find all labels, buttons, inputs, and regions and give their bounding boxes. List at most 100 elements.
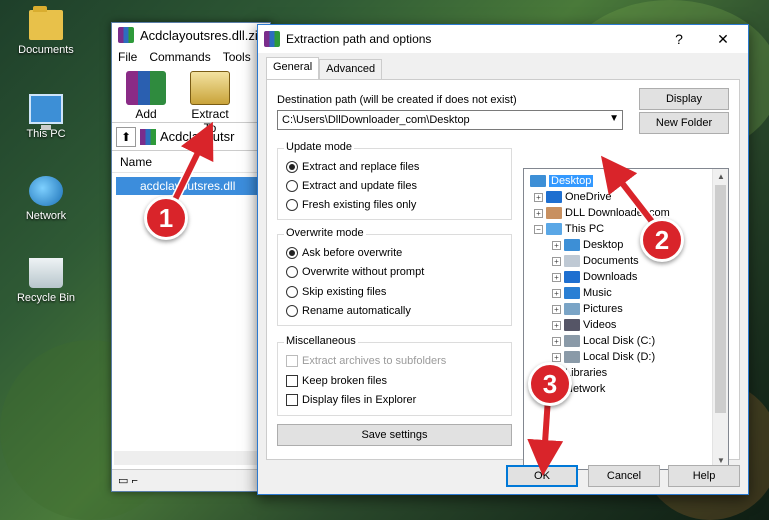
check-extract-subfolders: Extract archives to subfolders — [286, 355, 446, 367]
radio-extract-replace[interactable]: Extract and replace files — [286, 161, 419, 173]
destination-path-combo[interactable]: C:\Users\DllDownloader_com\Desktop ▼ — [277, 110, 623, 130]
desktop-documents[interactable]: Documents — [6, 6, 86, 56]
documents-icon — [564, 255, 580, 267]
expand-icon[interactable]: + — [552, 304, 561, 314]
column-header-name[interactable]: Name — [112, 151, 270, 173]
tree-item-label: Documents — [583, 255, 639, 267]
close-button[interactable]: ✕ — [708, 29, 738, 49]
menu-commands[interactable]: Commands — [149, 50, 210, 64]
expand-icon[interactable]: + — [552, 336, 561, 346]
cloud-icon — [546, 191, 562, 203]
tab-advanced[interactable]: Advanced — [319, 59, 383, 79]
cancel-button[interactable]: Cancel — [588, 465, 660, 487]
display-button[interactable]: Display — [639, 88, 729, 110]
tree-vertical-scrollbar[interactable]: ▲ ▼ — [712, 169, 728, 469]
tree-item-label: Desktop — [583, 239, 624, 251]
pc-icon — [546, 223, 562, 235]
radio-extract-replace-label: Extract and replace files — [302, 161, 420, 173]
expand-icon[interactable]: + — [552, 256, 561, 266]
tree-item[interactable]: + Pictures — [552, 301, 623, 317]
new-folder-button[interactable]: New Folder — [639, 112, 729, 134]
recycle-bin-icon — [29, 258, 63, 288]
chevron-down-icon[interactable]: ▼ — [609, 113, 619, 124]
check-display-explorer[interactable]: Display files in Explorer — [286, 394, 416, 406]
radio-overwrite-without[interactable]: Overwrite without prompt — [286, 266, 424, 278]
tab-general[interactable]: General — [266, 57, 320, 79]
overwrite-mode-title: Overwrite mode — [284, 227, 366, 239]
computer-icon — [29, 94, 63, 130]
folder-icon — [29, 6, 63, 40]
expand-icon[interactable]: + — [552, 240, 561, 250]
add-button-label: Add — [135, 107, 157, 121]
desktop-recycle-bin[interactable]: Recycle Bin — [6, 258, 86, 304]
winrar-menubar: File Commands Tools — [112, 47, 270, 67]
add-button[interactable]: Add — [120, 71, 172, 121]
radio-ask-before[interactable]: Ask before overwrite — [286, 247, 402, 259]
tree-item[interactable]: + Documents — [552, 253, 639, 269]
tree-item[interactable]: + Downloads — [552, 269, 637, 285]
winrar-path-text: Acdclayoutsr — [160, 129, 235, 144]
radio-extract-update[interactable]: Extract and update files — [286, 180, 417, 192]
extraction-dialog: Extraction path and options ? ✕ General … — [257, 24, 749, 495]
network-globe-icon — [29, 176, 63, 206]
tree-item[interactable]: + Videos — [552, 317, 616, 333]
expand-icon[interactable]: + — [552, 288, 561, 298]
general-panel: Destination path (will be created if doe… — [266, 79, 740, 470]
radio-icon — [286, 305, 298, 317]
radio-ask-before-label: Ask before overwrite — [302, 247, 403, 259]
expand-icon[interactable]: + — [534, 192, 543, 202]
file-list-item[interactable]: acdclayoutsres.dll — [116, 177, 266, 195]
expand-icon[interactable]: + — [552, 272, 561, 282]
extract-to-button[interactable]: Extract To — [184, 71, 236, 135]
horizontal-scrollbar[interactable] — [114, 451, 268, 465]
up-folder-button[interactable]: ⬆ — [116, 126, 136, 147]
pictures-icon — [564, 303, 580, 315]
help-title-button[interactable]: ? — [664, 29, 694, 49]
dialog-titlebar[interactable]: Extraction path and options ? ✕ — [258, 25, 748, 53]
callout-badge-1: 1 — [144, 196, 188, 240]
desktop-recycle-bin-label: Recycle Bin — [16, 292, 76, 304]
help-button[interactable]: Help — [668, 465, 740, 487]
winrar-title: Acdclayoutsres.dll.zi — [140, 27, 258, 43]
tree-item[interactable]: + OneDrive — [534, 189, 611, 205]
radio-rename-auto[interactable]: Rename automatically — [286, 305, 411, 317]
desktop-documents-label: Documents — [18, 44, 74, 56]
desktop-network[interactable]: Network — [6, 176, 86, 222]
tree-item[interactable]: + Desktop — [552, 237, 623, 253]
menu-tools[interactable]: Tools — [223, 50, 251, 64]
destination-path-value: C:\Users\DllDownloader_com\Desktop — [282, 114, 470, 126]
radio-skip-existing[interactable]: Skip existing files — [286, 286, 386, 298]
tree-item-label: Libraries — [565, 367, 608, 379]
tree-item-label: This PC — [565, 223, 605, 235]
tree-item[interactable]: + Local Disk (C:) — [552, 333, 655, 349]
scroll-thumb[interactable] — [715, 185, 726, 413]
expand-icon[interactable]: + — [552, 352, 561, 362]
folder-tree[interactable]: ▲ ▼ Desktop + OneDrive + DLL Downloader.com −… — [523, 168, 729, 470]
user-icon — [546, 207, 562, 219]
tree-item-label: Videos — [583, 319, 617, 331]
desktop-this-pc[interactable]: This PC — [6, 94, 86, 140]
radio-fresh-existing[interactable]: Fresh existing files only — [286, 199, 416, 211]
expand-icon[interactable]: + — [534, 208, 543, 218]
menu-file[interactable]: File — [118, 50, 137, 64]
tree-item[interactable]: + Music — [552, 285, 612, 301]
radio-skip-existing-label: Skip existing files — [302, 286, 387, 298]
ok-button[interactable]: OK — [506, 465, 578, 487]
winrar-titlebar[interactable]: Acdclayoutsres.dll.zi — [112, 23, 270, 47]
tree-item-label: Local Disk (D:) — [583, 351, 656, 363]
save-settings-button[interactable]: Save settings — [277, 424, 512, 446]
check-display-explorer-label: Display files in Explorer — [302, 394, 417, 406]
tree-item[interactable]: + DLL Downloader.com — [534, 205, 670, 221]
tree-item[interactable]: Desktop — [530, 173, 594, 189]
radio-icon — [286, 180, 298, 192]
expand-icon[interactable]: + — [552, 320, 561, 330]
add-archive-icon — [126, 71, 166, 105]
winrar-app-icon — [118, 27, 134, 43]
tree-item[interactable]: − This PC — [534, 221, 604, 237]
collapse-icon[interactable]: − — [534, 224, 543, 234]
dialog-tabs: General Advanced — [266, 57, 383, 79]
tree-item[interactable]: + Local Disk (D:) — [552, 349, 655, 365]
scroll-up-icon[interactable]: ▲ — [713, 169, 728, 185]
disk-icon — [564, 335, 580, 347]
check-keep-broken[interactable]: Keep broken files — [286, 375, 387, 387]
